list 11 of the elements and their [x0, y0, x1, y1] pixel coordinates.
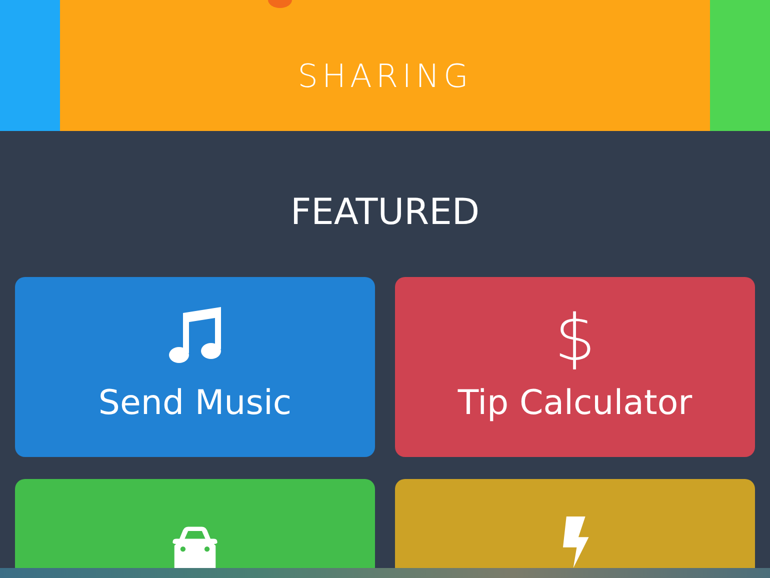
- tile-label: Send Music: [98, 383, 292, 423]
- tile-label: Tip Calculator: [458, 383, 692, 423]
- shortcut-tile[interactable]: $ Tip Calculator: [395, 277, 755, 457]
- shortcut-tile[interactable]: [395, 479, 755, 568]
- shortcut-tile[interactable]: [15, 479, 375, 568]
- category-card[interactable]: [710, 0, 770, 131]
- category-label: SHARING: [298, 58, 472, 94]
- shortcut-tile[interactable]: Send Music: [15, 277, 375, 457]
- category-card[interactable]: [0, 0, 60, 131]
- dollar-icon: $: [554, 305, 596, 373]
- section-heading: FEATURED: [290, 193, 480, 233]
